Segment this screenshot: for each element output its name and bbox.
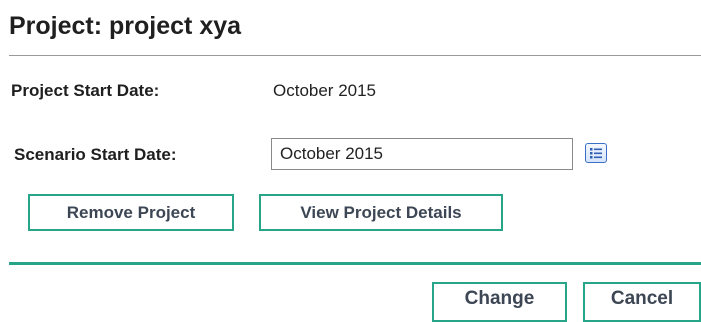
footer-divider [9,262,701,265]
scenario-start-date-input[interactable] [271,138,573,170]
title-divider [9,55,701,56]
remove-project-button[interactable]: Remove Project [28,194,234,231]
view-project-details-button[interactable]: View Project Details [259,194,503,231]
date-picker-button[interactable] [585,143,607,163]
project-start-date-label: Project Start Date: [11,81,160,100]
change-button[interactable]: Change [432,282,567,322]
cancel-button[interactable]: Cancel [583,282,701,322]
project-start-date-value: October 2015 [273,81,377,100]
scenario-start-date-label: Scenario Start Date: [14,145,177,164]
page-title: Project: project xya [9,12,242,40]
calendar-list-icon [590,148,602,159]
